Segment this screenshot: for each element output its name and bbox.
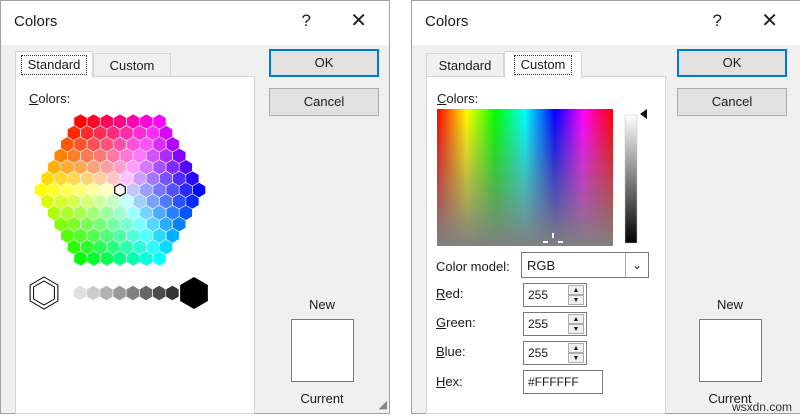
color-model-value: RGB bbox=[527, 258, 556, 273]
red-label-text: ed: bbox=[445, 286, 464, 301]
hex-label-text: ex: bbox=[445, 374, 463, 389]
gray-swatch[interactable] bbox=[99, 285, 114, 301]
gray-swatch[interactable] bbox=[86, 285, 101, 301]
color-hexagon[interactable] bbox=[16, 77, 254, 413]
gray-swatch[interactable] bbox=[139, 285, 153, 301]
gray-swatch[interactable] bbox=[165, 285, 180, 301]
blue-stepper[interactable]: 255 ▲ ▼ bbox=[523, 341, 587, 365]
tab-standard[interactable]: Standard bbox=[426, 53, 504, 77]
ok-button[interactable]: OK bbox=[269, 49, 379, 77]
green-stepper[interactable]: 255 ▲ ▼ bbox=[523, 312, 587, 336]
tab-standard[interactable]: Standard bbox=[15, 51, 93, 78]
title-bar: Colors ? ✕ bbox=[1, 1, 389, 45]
dialog-title: Colors bbox=[425, 13, 469, 30]
red-stepper[interactable]: 255 ▲ ▼ bbox=[523, 283, 587, 307]
close-button[interactable]: ✕ bbox=[350, 8, 367, 33]
new-current-swatch bbox=[291, 319, 354, 382]
red-label: Red: bbox=[436, 286, 464, 301]
gray-swatch[interactable] bbox=[152, 285, 167, 301]
colors-label-rest: olors: bbox=[446, 91, 479, 106]
standard-panel: Colors: bbox=[15, 76, 255, 414]
colors-label: Colors: bbox=[437, 91, 479, 106]
hex-label: Hex: bbox=[436, 374, 463, 389]
ok-button[interactable]: OK bbox=[677, 49, 787, 77]
help-button[interactable]: ? bbox=[713, 11, 722, 31]
chevron-down-icon[interactable]: ▼ bbox=[568, 353, 584, 363]
chevron-down-icon: ⌄ bbox=[625, 253, 648, 277]
blue-label: Blue: bbox=[436, 344, 466, 359]
colors-dialog-custom: Colors ? ✕ Standard Custom Colors: Color… bbox=[411, 0, 800, 414]
tab-standard-label: Standard bbox=[20, 55, 88, 75]
gray-swatch[interactable] bbox=[112, 285, 127, 301]
cancel-button[interactable]: Cancel bbox=[269, 88, 379, 116]
tab-custom[interactable]: Custom bbox=[504, 51, 582, 78]
green-label-text: reen: bbox=[446, 315, 476, 330]
white-swatch[interactable] bbox=[29, 276, 59, 310]
slider-arrow-icon[interactable] bbox=[640, 109, 647, 119]
chevron-up-icon[interactable]: ▲ bbox=[568, 285, 584, 295]
chevron-down-icon[interactable]: ▼ bbox=[568, 324, 584, 334]
new-current-swatch bbox=[699, 319, 762, 382]
tab-custom[interactable]: Custom bbox=[93, 53, 171, 77]
tab-custom-label: Custom bbox=[109, 58, 155, 73]
gray-swatch[interactable] bbox=[73, 285, 87, 301]
close-button[interactable]: ✕ bbox=[761, 8, 778, 33]
chevron-down-icon[interactable]: ▼ bbox=[568, 295, 584, 305]
blue-label-text: lue: bbox=[444, 344, 466, 359]
color-model-label: Color model: bbox=[436, 259, 510, 274]
gray-swatch[interactable] bbox=[125, 285, 140, 301]
chevron-up-icon[interactable]: ▲ bbox=[568, 314, 584, 324]
watermark: wsxdn.com bbox=[731, 400, 792, 414]
current-label: Current bbox=[300, 391, 344, 406]
resize-grip-icon[interactable]: ◢ bbox=[379, 398, 387, 411]
hex-input[interactable]: #FFFFFF bbox=[523, 370, 603, 394]
red-value[interactable]: 255 bbox=[528, 288, 548, 302]
green-label: Green: bbox=[436, 315, 476, 330]
help-button[interactable]: ? bbox=[302, 11, 311, 31]
green-value[interactable]: 255 bbox=[528, 317, 548, 331]
new-label: New bbox=[308, 297, 335, 312]
chevron-up-icon[interactable]: ▲ bbox=[568, 343, 584, 353]
hex-value[interactable]: #FFFFFF bbox=[528, 375, 579, 389]
new-label: New bbox=[716, 297, 743, 312]
title-bar: Colors ? ✕ bbox=[412, 1, 800, 45]
black-swatch[interactable] bbox=[180, 277, 208, 309]
cancel-button[interactable]: Cancel bbox=[677, 88, 787, 116]
tab-standard-label: Standard bbox=[438, 58, 492, 73]
dialog-title: Colors bbox=[14, 13, 58, 30]
colors-dialog-standard: Colors ? ✕ Standard Custom Colors: OK Ca… bbox=[0, 0, 390, 414]
color-spectrum[interactable] bbox=[437, 109, 613, 246]
color-model-select[interactable]: RGB ⌄ bbox=[521, 252, 649, 278]
tab-custom-label: Custom bbox=[513, 55, 573, 75]
luminance-slider[interactable] bbox=[623, 107, 649, 247]
blue-value[interactable]: 255 bbox=[528, 346, 548, 360]
